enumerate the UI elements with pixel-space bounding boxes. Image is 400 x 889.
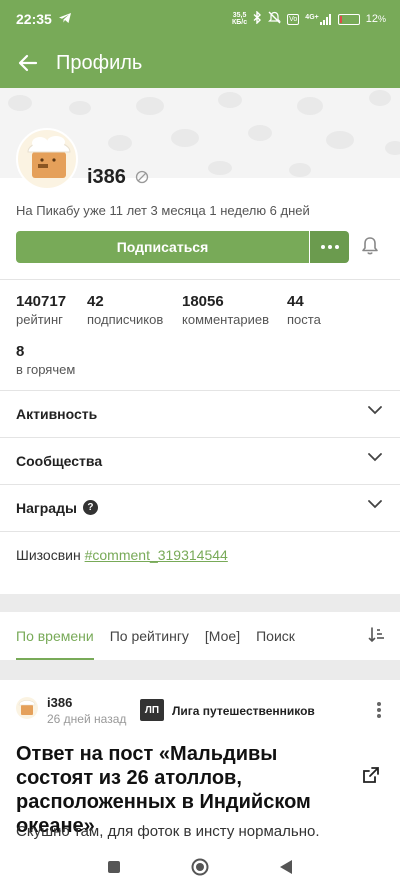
telegram-icon [58, 11, 72, 27]
stat-label: подписчиков [87, 312, 164, 327]
stat-value: 44 [287, 293, 304, 310]
chevron-down-icon [368, 500, 382, 509]
stat-label: в горячем [16, 362, 76, 377]
more-icon-dot [320, 245, 325, 249]
app-bar: Профиль [0, 38, 400, 88]
more-icon-dot [334, 245, 339, 249]
battery-icon [337, 13, 360, 25]
bio-text: Шизосвин [16, 547, 81, 563]
back-button[interactable] [0, 38, 56, 88]
stat-hot[interactable]: 8 в горячем [16, 343, 75, 377]
page-title: Профиль [56, 51, 143, 74]
divider [0, 531, 400, 532]
section-label: Награды [16, 499, 77, 516]
stat-value: 140717 [16, 293, 67, 310]
bluetooth-icon [253, 10, 262, 27]
subscribe-button[interactable]: Подписаться [16, 231, 309, 263]
chevron-down-icon [368, 406, 382, 415]
tab-search[interactable]: Поиск [256, 612, 295, 660]
section-communities[interactable]: Сообщества [0, 437, 400, 484]
recents-button[interactable] [107, 860, 121, 879]
bio-link[interactable]: #comment_319314544 [85, 547, 228, 563]
member-since: На Пикабу уже 11 лет 3 месяца 1 неделю 6… [16, 203, 310, 218]
sort-tabs: По времени По рейтингу [Мое] Поиск [0, 612, 400, 660]
more-vert-icon-dot [377, 702, 381, 706]
back-nav-button[interactable] [279, 859, 293, 880]
sort-order-icon[interactable] [368, 626, 386, 644]
alarm-off-icon [268, 11, 282, 27]
stat-rating: 140717 рейтинг [16, 293, 66, 327]
open-external-icon[interactable] [362, 766, 380, 784]
square-icon [108, 861, 120, 873]
help-icon[interactable]: ? [82, 500, 98, 515]
divider [0, 279, 400, 280]
post-author-avatar[interactable] [16, 697, 38, 719]
username: i386 [87, 166, 126, 188]
home-button[interactable] [191, 858, 209, 881]
community-name[interactable]: Лига путешественников [172, 704, 315, 718]
profile-bio: Шизосвин #comment_319314544 [16, 547, 228, 563]
stat-label: рейтинг [16, 312, 63, 327]
section-awards[interactable]: Награды ? [0, 484, 400, 531]
notifications-bell-button[interactable] [361, 236, 379, 261]
stat-label: поста [287, 312, 321, 327]
signal-icon: 4G+ [305, 13, 331, 25]
post-time: 26 дней назад [47, 712, 127, 726]
post-author[interactable]: i386 [47, 695, 72, 710]
status-bar: 22:35 35,5 КБ/с Vo 4G+ 12% [0, 0, 400, 38]
tab-by-time[interactable]: По времени [16, 612, 94, 660]
chevron-down-icon [368, 453, 382, 462]
bell-icon [362, 237, 378, 255]
post-card[interactable]: i386 26 дней назад ЛП Лига путешественни… [0, 680, 400, 855]
triangle-back-icon [280, 860, 292, 874]
stat-value: 42 [87, 293, 104, 310]
verified-status-icon [135, 170, 149, 189]
more-options-button[interactable] [310, 231, 349, 263]
volte-badge: Vo [287, 13, 300, 25]
stat-value: 8 [16, 343, 25, 360]
stat-subscribers[interactable]: 42 подписчиков [87, 293, 163, 327]
stat-posts[interactable]: 44 поста [287, 293, 321, 327]
section-label: Активность [16, 405, 98, 422]
section-label: Сообщества [16, 452, 103, 469]
section-activity[interactable]: Активность [0, 390, 400, 437]
tab-mine[interactable]: [Мое] [205, 612, 240, 660]
battery-percent: 12% [365, 13, 386, 25]
system-nav-bar [0, 850, 400, 889]
stat-value: 18056 [182, 293, 224, 310]
arrow-back-icon [18, 54, 38, 72]
community-icon[interactable]: ЛП [140, 699, 164, 721]
section-gap [0, 594, 400, 612]
more-icon-dot [327, 245, 332, 249]
section-gap [0, 660, 400, 680]
status-time: 22:35 [16, 11, 52, 27]
post-text: Скушно там, для фоток в инсту нормально. [16, 823, 320, 840]
post-menu-button[interactable] [377, 702, 381, 718]
more-vert-icon-dot [377, 714, 381, 718]
more-vert-icon-dot [377, 708, 381, 712]
stat-label: комментариев [182, 312, 270, 327]
network-speed: 35,5 КБ/с [231, 12, 248, 26]
tab-by-rating[interactable]: По рейтингу [110, 612, 189, 660]
stat-comments[interactable]: 18056 комментариев [182, 293, 269, 327]
circle-icon [191, 858, 209, 876]
avatar[interactable] [16, 128, 78, 190]
